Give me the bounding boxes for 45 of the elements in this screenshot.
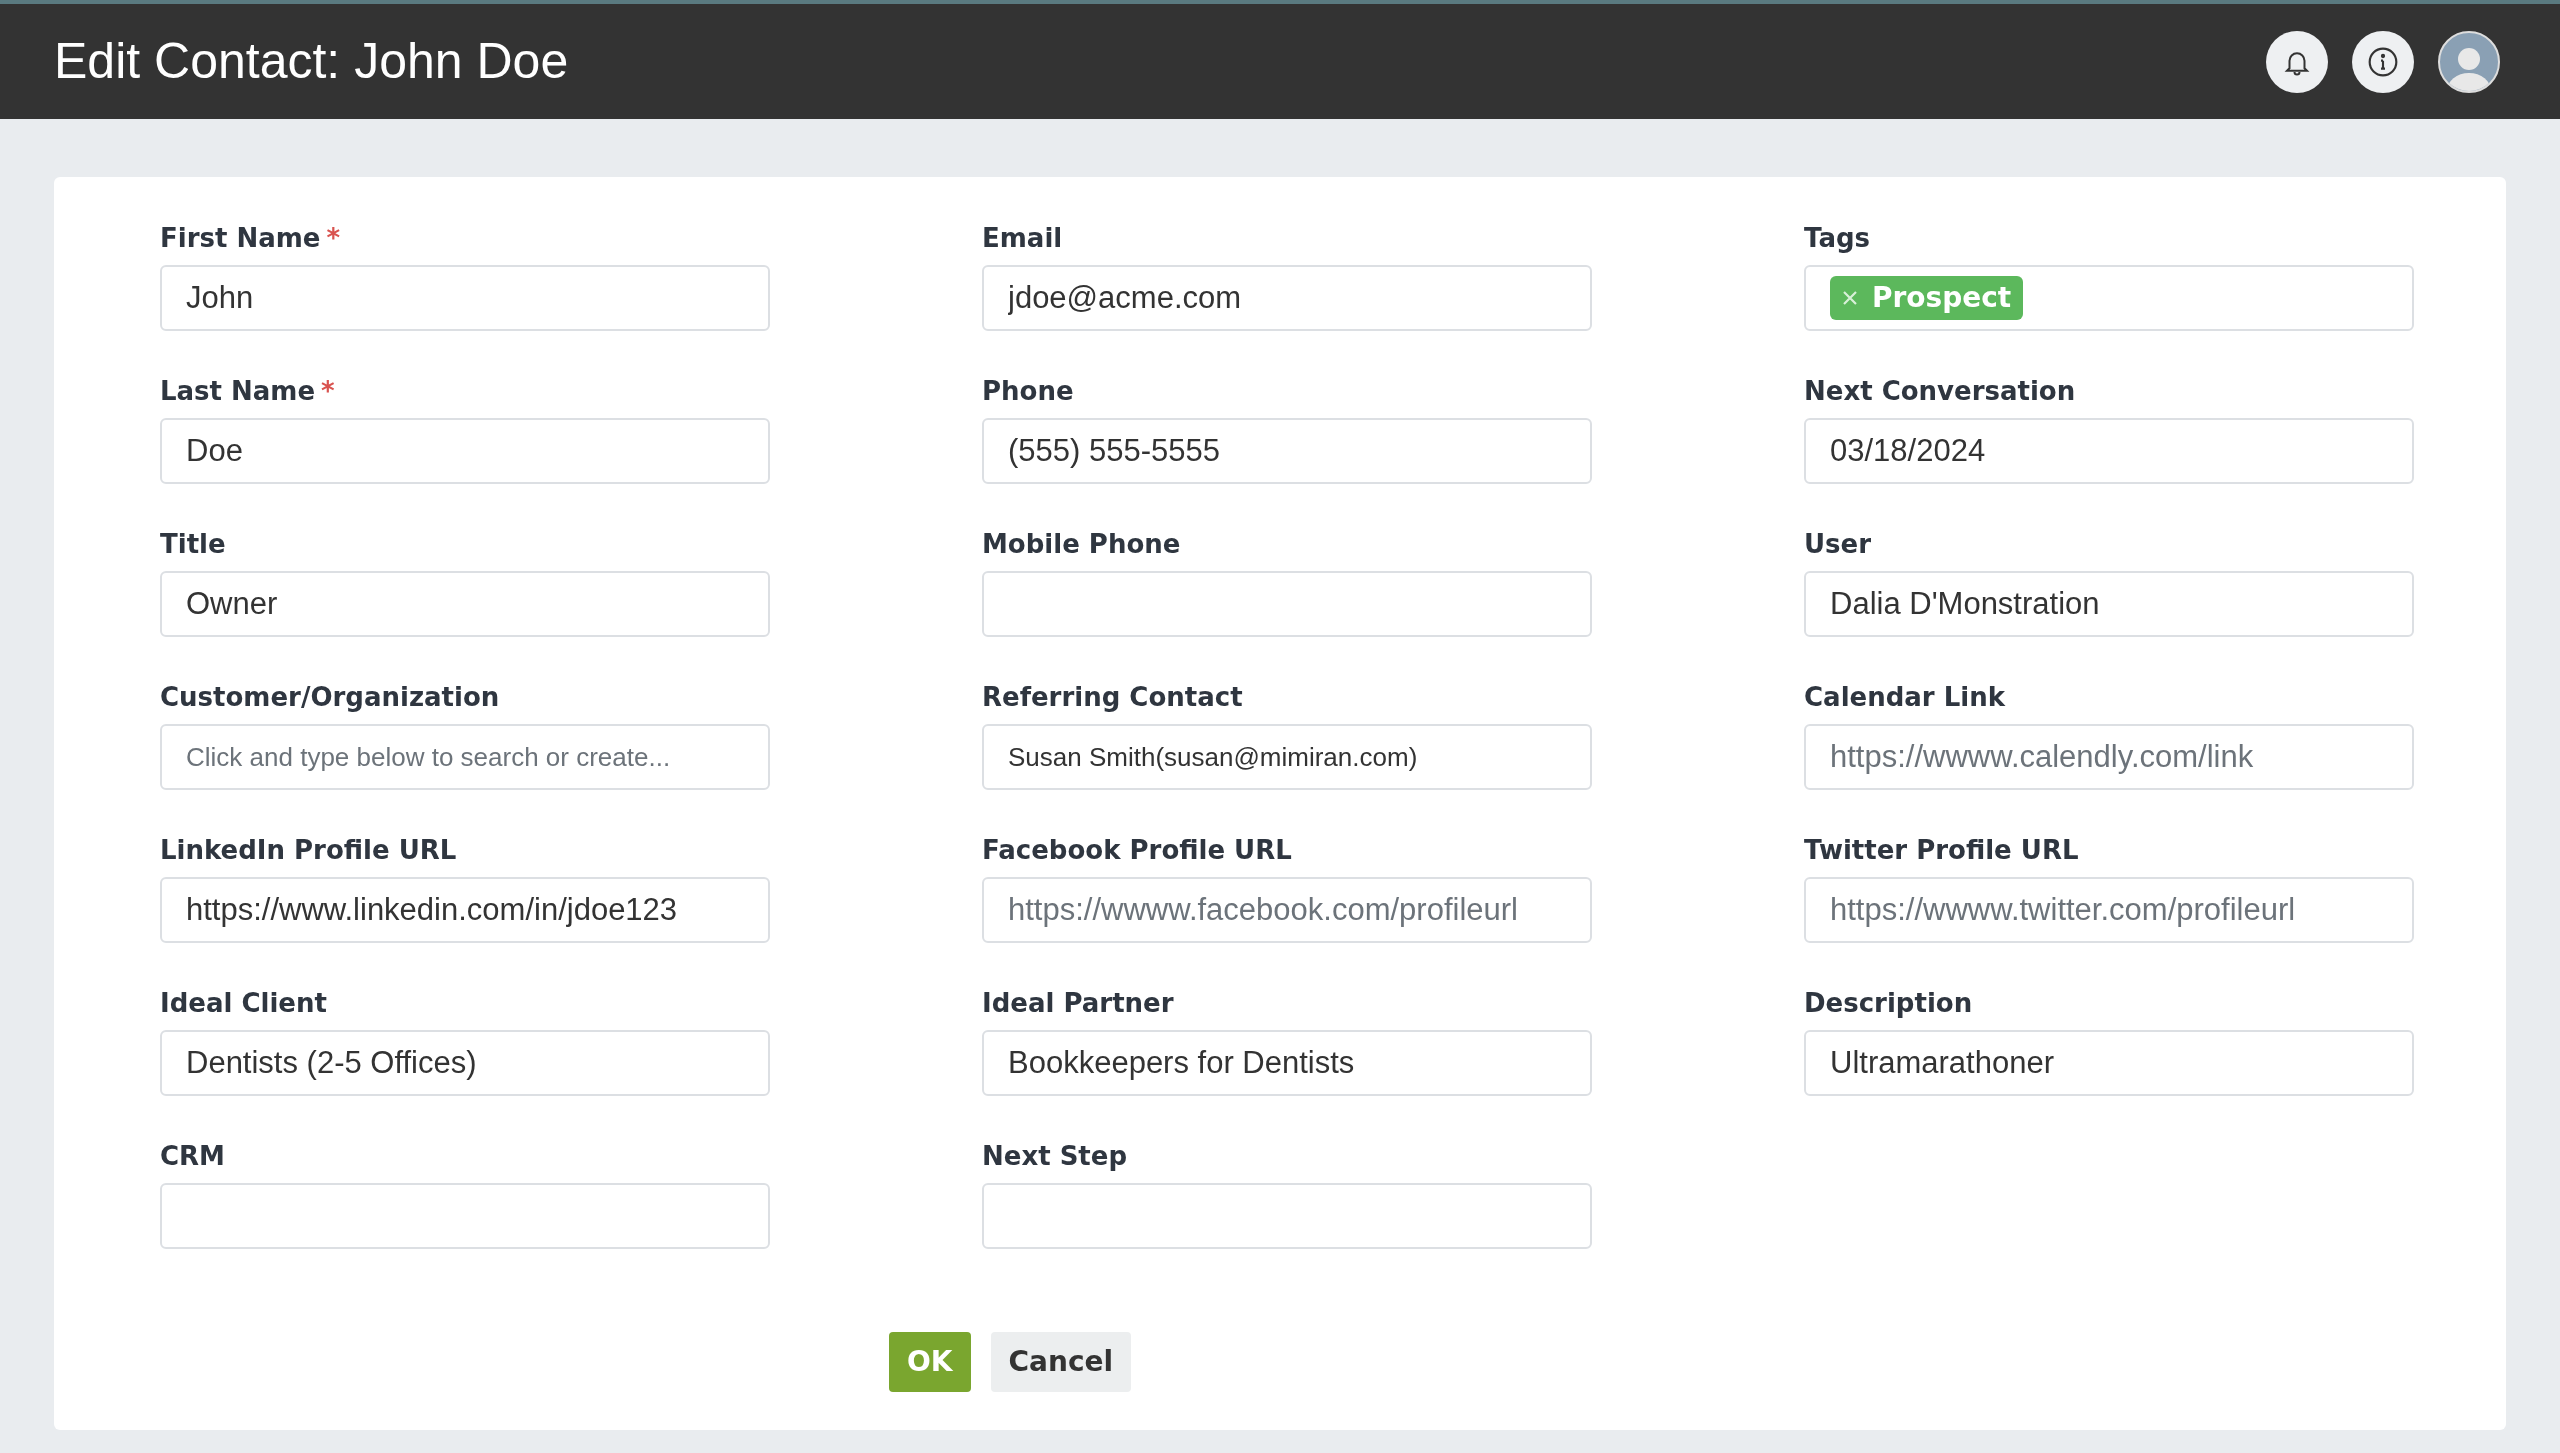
field-label: Phone bbox=[982, 378, 1074, 404]
input-field[interactable]: John bbox=[160, 265, 770, 331]
field-label: Email bbox=[982, 225, 1063, 251]
input-field[interactable]: Owner bbox=[160, 571, 770, 637]
field-label: Ideal Partner bbox=[982, 990, 1174, 1016]
field-label: User bbox=[1804, 531, 1872, 557]
input-field[interactable]: (555) 555-5555 bbox=[982, 418, 1592, 484]
field-label: Twitter Profile URL bbox=[1804, 837, 2079, 863]
page-title: Edit Contact: John Doe bbox=[54, 32, 569, 91]
field-label: Referring Contact bbox=[982, 684, 1243, 710]
input-field[interactable]: Ultramarathoner bbox=[1804, 1030, 2414, 1096]
input-field[interactable]: https://wwww.twitter.com/profileurl bbox=[1804, 877, 2414, 943]
info-icon bbox=[2367, 45, 2399, 78]
input-field[interactable]: Dalia D'Monstration bbox=[1804, 571, 2414, 637]
required-mark: * bbox=[326, 225, 341, 251]
field-label: Next Step bbox=[982, 1143, 1128, 1169]
field-label: Calendar Link bbox=[1804, 684, 2005, 710]
input-field[interactable] bbox=[982, 1183, 1592, 1249]
cancel-button[interactable]: Cancel bbox=[990, 1332, 1132, 1392]
field-label: Title bbox=[160, 531, 226, 557]
field-label: Next Conversation bbox=[1804, 378, 2076, 404]
input-field[interactable]: Bookkeepers for Dentists bbox=[982, 1030, 1592, 1096]
input-field[interactable] bbox=[982, 571, 1592, 637]
field-label: Last Name bbox=[160, 378, 316, 404]
field-label: Ideal Client bbox=[160, 990, 327, 1016]
field-label: CRM bbox=[160, 1143, 225, 1169]
field-label: Tags bbox=[1804, 225, 1870, 251]
search-field[interactable]: Susan Smith(susan@mimiran.com) bbox=[982, 724, 1592, 790]
field-label: Customer/Organization bbox=[160, 684, 500, 710]
search-field[interactable]: Click and type below to search or create... bbox=[160, 724, 770, 790]
field-label: LinkedIn Profile URL bbox=[160, 837, 457, 863]
remove-icon[interactable] bbox=[1842, 290, 1858, 306]
required-mark: * bbox=[321, 378, 335, 404]
input-field[interactable]: https://wwww.facebook.com/profileurl bbox=[982, 877, 1592, 943]
input-field[interactable]: Doe bbox=[160, 418, 770, 484]
input-field[interactable]: 03/18/2024 bbox=[1804, 418, 2414, 484]
field-label: Mobile Phone bbox=[982, 531, 1181, 557]
input-field[interactable]: https://www.linkedin.com/in/jdoe123 bbox=[160, 877, 770, 943]
input-field[interactable]: https://wwww.calendly.com/link bbox=[1804, 724, 2414, 790]
input-field[interactable] bbox=[160, 1183, 770, 1249]
field-label: Description bbox=[1804, 990, 1973, 1016]
input-field[interactable]: jdoe@acme.com bbox=[982, 265, 1592, 331]
input-field[interactable]: Dentists (2-5 Offices) bbox=[160, 1030, 770, 1096]
field-label: Facebook Profile URL bbox=[982, 837, 1292, 863]
field-label: First Name bbox=[160, 225, 321, 251]
